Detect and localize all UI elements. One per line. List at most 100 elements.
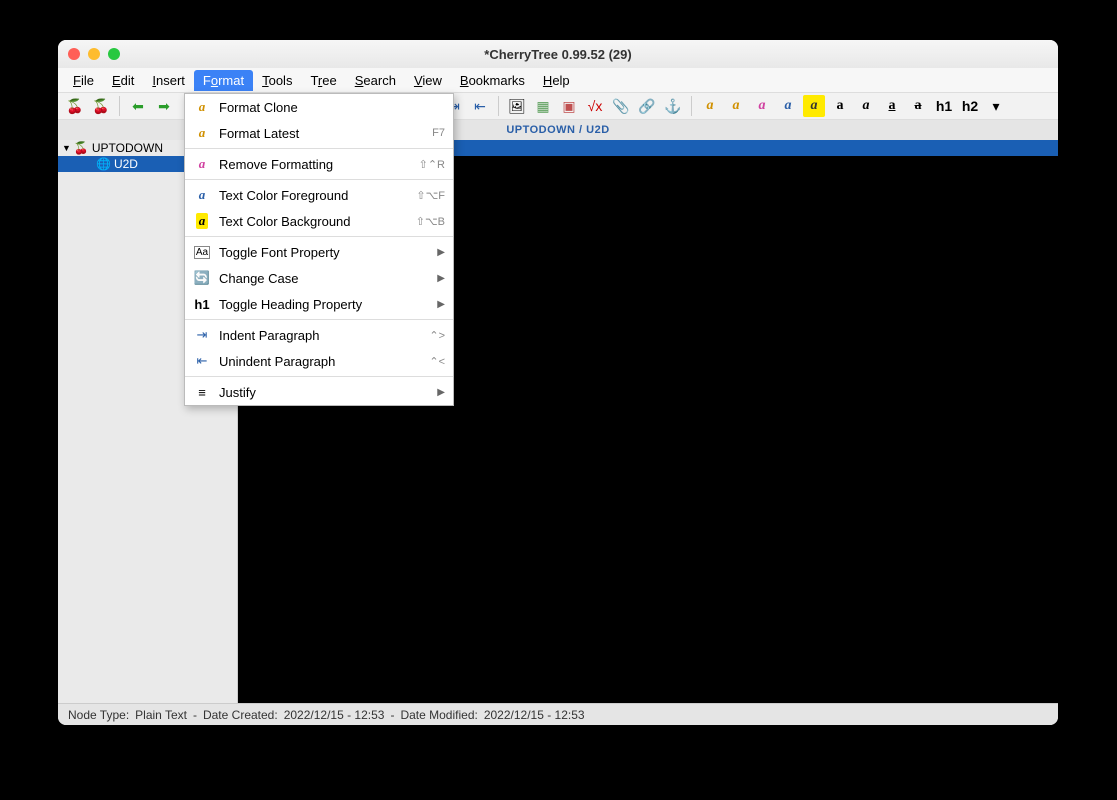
menu-separator bbox=[185, 376, 453, 377]
menu-separator bbox=[185, 148, 453, 149]
table-icon[interactable]: ▦ bbox=[532, 95, 554, 117]
menu-item-change-case[interactable]: 🔄 Change Case ▶ bbox=[185, 265, 453, 291]
remove-format-icon[interactable]: a bbox=[751, 95, 773, 117]
separator bbox=[119, 96, 120, 116]
strike-icon[interactable]: a bbox=[907, 95, 929, 117]
menu-item-indent-paragraph[interactable]: ⇥ Indent Paragraph ⌃> bbox=[185, 322, 453, 348]
menu-tools[interactable]: Tools bbox=[253, 70, 301, 91]
menu-format[interactable]: Format bbox=[194, 70, 253, 91]
menu-shortcut: ⌃< bbox=[429, 355, 445, 368]
menu-edit[interactable]: Edit bbox=[103, 70, 143, 91]
latest-icon: a bbox=[193, 124, 211, 142]
menubar: File Edit Insert Format Tools Tree Searc… bbox=[58, 68, 1058, 92]
menu-item-label: Change Case bbox=[219, 271, 429, 286]
menu-file[interactable]: File bbox=[64, 70, 103, 91]
menu-separator bbox=[185, 319, 453, 320]
image-icon[interactable]: 🖼 bbox=[506, 95, 528, 117]
case-icon: 🔄 bbox=[193, 269, 211, 287]
tree-root-label: UPTODOWN bbox=[92, 141, 163, 155]
menu-item-format-clone[interactable]: aFormat Clone bbox=[185, 94, 453, 120]
h1-icon: h1 bbox=[193, 295, 211, 313]
menu-item-remove-formatting[interactable]: a Remove Formatting ⇧⌃R bbox=[185, 151, 453, 177]
submenu-arrow-icon: ▶ bbox=[437, 299, 445, 310]
menu-shortcut: ⇧⌃R bbox=[419, 158, 445, 171]
format-dropdown: aFormat CloneaFormat LatestF7aRemove For… bbox=[184, 93, 454, 406]
menu-item-justify[interactable]: ≡Justify▶ bbox=[185, 379, 453, 405]
menu-item-label: Text Color Background bbox=[219, 214, 408, 229]
menu-item-label: Toggle Heading Property bbox=[219, 297, 429, 312]
separator bbox=[691, 96, 692, 116]
more-icon[interactable]: ▾ bbox=[985, 95, 1007, 117]
submenu-arrow-icon: ▶ bbox=[437, 273, 445, 284]
menu-item-label: Unindent Paragraph bbox=[219, 354, 421, 369]
menu-item-unindent-paragraph[interactable]: ⇤ Unindent Paragraph ⌃< bbox=[185, 348, 453, 374]
h1-icon[interactable]: h1 bbox=[933, 95, 955, 117]
attach-icon[interactable]: 📎 bbox=[610, 95, 632, 117]
menu-item-text-color-background[interactable]: a Text Color Background ⇧⌥B bbox=[185, 208, 453, 234]
menu-item-format-latest[interactable]: a Format Latest F7 bbox=[185, 120, 453, 146]
statusbar: Node Type: Plain Text - Date Created: 20… bbox=[58, 703, 1058, 725]
menu-item-text-color-foreground[interactable]: a Text Color Foreground ⇧⌥F bbox=[185, 182, 453, 208]
menu-item-label: Indent Paragraph bbox=[219, 328, 421, 343]
bg-icon: a bbox=[193, 212, 211, 230]
anchor-icon[interactable]: ⚓ bbox=[662, 95, 684, 117]
status-sep: - bbox=[390, 708, 394, 722]
menu-item-toggle-font-property[interactable]: Aa Toggle Font Property ▶ bbox=[185, 239, 453, 265]
equation-icon[interactable]: √x bbox=[584, 95, 606, 117]
node-add-child-icon[interactable]: 🍒 bbox=[90, 95, 112, 117]
status-created: 2022/12/15 - 12:53 bbox=[284, 708, 385, 722]
unindent-icon[interactable]: ⇤ bbox=[469, 95, 491, 117]
menu-view[interactable]: View bbox=[405, 70, 451, 91]
cherry-icon: 🍒 bbox=[74, 141, 89, 155]
bold-icon[interactable]: a bbox=[829, 95, 851, 117]
submenu-arrow-icon: ▶ bbox=[437, 387, 445, 398]
unindent-icon: ⇤ bbox=[193, 352, 211, 370]
color-fg-icon[interactable]: a bbox=[777, 95, 799, 117]
titlebar: *CherryTree 0.99.52 (29) bbox=[58, 40, 1058, 68]
format-clone-icon[interactable]: a bbox=[699, 95, 721, 117]
menu-shortcut: ⇧⌥F bbox=[416, 189, 445, 202]
color-bg-icon[interactable]: a bbox=[803, 95, 825, 117]
status-modified-label: Date Modified: bbox=[400, 708, 477, 722]
link-icon[interactable]: 🔗 bbox=[636, 95, 658, 117]
menu-item-label: Toggle Font Property bbox=[219, 245, 429, 260]
menu-search[interactable]: Search bbox=[346, 70, 405, 91]
indent-icon: ⇥ bbox=[193, 326, 211, 344]
menu-tree[interactable]: Tree bbox=[301, 70, 345, 91]
separator bbox=[498, 96, 499, 116]
tree-child-label: U2D bbox=[114, 157, 138, 171]
status-node-type-label: Node Type: bbox=[68, 708, 129, 722]
menu-item-label: Format Latest bbox=[219, 126, 424, 141]
window-title: *CherryTree 0.99.52 (29) bbox=[58, 47, 1058, 62]
menu-bookmarks[interactable]: Bookmarks bbox=[451, 70, 534, 91]
menu-item-label: Justify bbox=[219, 385, 429, 400]
underline-icon[interactable]: a bbox=[881, 95, 903, 117]
node-add-icon[interactable]: 🍒 bbox=[64, 95, 86, 117]
chevron-down-icon[interactable]: ▼ bbox=[62, 143, 71, 153]
clone-icon: a bbox=[193, 98, 211, 116]
globe-icon: 🌐 bbox=[96, 157, 111, 171]
italic-icon[interactable]: a bbox=[855, 95, 877, 117]
menu-separator bbox=[185, 179, 453, 180]
codebox-icon[interactable]: ▣ bbox=[558, 95, 580, 117]
menu-shortcut: ⌃> bbox=[429, 329, 445, 342]
forward-icon[interactable]: ➡ bbox=[153, 95, 175, 117]
status-modified: 2022/12/15 - 12:53 bbox=[484, 708, 585, 722]
remove-icon: a bbox=[193, 155, 211, 173]
menu-help[interactable]: Help bbox=[534, 70, 579, 91]
status-created-label: Date Created: bbox=[203, 708, 278, 722]
back-icon[interactable]: ⬅ bbox=[127, 95, 149, 117]
h2-icon[interactable]: h2 bbox=[959, 95, 981, 117]
menu-item-label: Text Color Foreground bbox=[219, 188, 408, 203]
menu-shortcut: F7 bbox=[432, 127, 445, 139]
menu-item-label: Remove Formatting bbox=[219, 157, 411, 172]
menu-shortcut: ⇧⌥B bbox=[416, 215, 445, 228]
menu-item-toggle-heading-property[interactable]: h1 Toggle Heading Property ▶ bbox=[185, 291, 453, 317]
format-latest-icon[interactable]: a bbox=[725, 95, 747, 117]
menu-insert[interactable]: Insert bbox=[143, 70, 194, 91]
submenu-arrow-icon: ▶ bbox=[437, 247, 445, 258]
fg-icon: a bbox=[193, 186, 211, 204]
status-sep: - bbox=[193, 708, 197, 722]
status-node-type: Plain Text bbox=[135, 708, 187, 722]
font-icon: Aa bbox=[193, 243, 211, 261]
